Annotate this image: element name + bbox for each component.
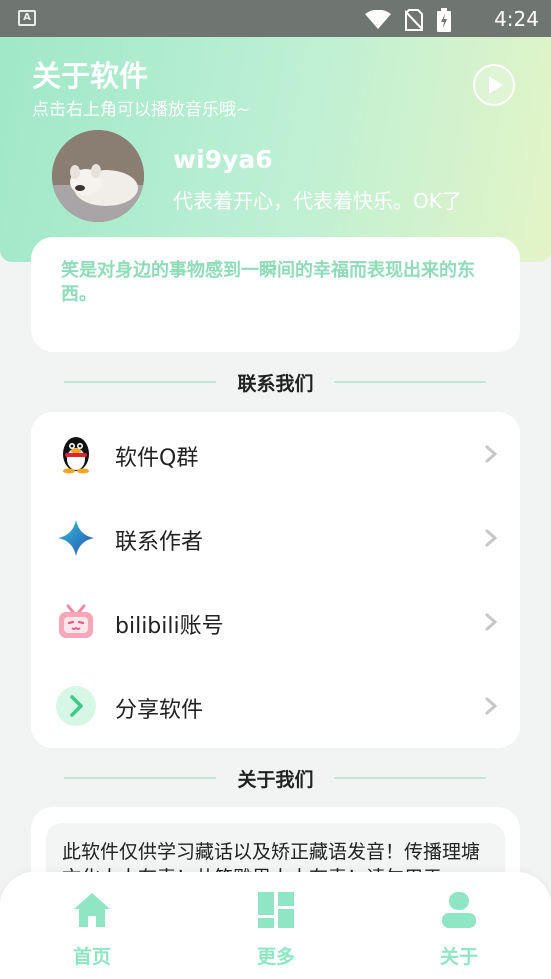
user-icon bbox=[442, 892, 476, 928]
bilibili-tv-icon bbox=[59, 604, 93, 638]
list-item-contact-author[interactable]: 联系作者 bbox=[31, 496, 520, 580]
contact-list: 软件Q群 联系作者 bilibili账号 分享软件 bbox=[31, 412, 520, 748]
page-title: 关于软件 bbox=[32, 59, 149, 93]
play-music-button[interactable] bbox=[473, 64, 515, 106]
list-item-share-app[interactable]: 分享软件 bbox=[31, 664, 520, 748]
clock: 4:24 bbox=[494, 7, 539, 31]
status-icons bbox=[365, 8, 451, 32]
chevron-right-icon bbox=[485, 697, 498, 715]
app-notification-icon: A bbox=[18, 10, 36, 26]
nav-label: 首页 bbox=[72, 946, 111, 968]
share-arrow-icon bbox=[56, 686, 96, 726]
list-item-label: 软件Q群 bbox=[115, 446, 199, 471]
page-subtitle: 点击右上角可以播放音乐哦~ bbox=[32, 100, 251, 120]
list-item-qq-group[interactable]: 软件Q群 bbox=[31, 412, 520, 496]
nav-home[interactable]: 首页 bbox=[47, 890, 137, 969]
avatar[interactable] bbox=[52, 130, 144, 222]
no-sim-icon bbox=[405, 9, 423, 31]
divider-line bbox=[334, 777, 486, 779]
user-motto: 代表着开心，代表着快乐。OK了 bbox=[173, 189, 462, 213]
nav-label: 更多 bbox=[256, 946, 295, 968]
chevron-right-icon bbox=[485, 445, 498, 463]
grid-icon bbox=[258, 892, 294, 928]
nav-about[interactable]: 关于 bbox=[414, 890, 504, 969]
nav-label: 关于 bbox=[439, 946, 478, 968]
home-icon bbox=[74, 893, 110, 927]
list-item-label: 分享软件 bbox=[115, 698, 204, 723]
sparkle-star-icon bbox=[58, 520, 94, 556]
quote-card: 笑是对身边的事物感到一瞬间的幸福而表现出来的东西。 bbox=[31, 237, 520, 352]
divider-line bbox=[334, 381, 486, 383]
avatar-dog-photo bbox=[52, 130, 144, 222]
list-item-label: 联系作者 bbox=[115, 530, 204, 555]
chevron-right-icon bbox=[485, 613, 498, 631]
battery-icon bbox=[437, 8, 451, 32]
username: wi9ya6 bbox=[173, 145, 273, 174]
qq-penguin-icon bbox=[63, 437, 89, 474]
play-icon bbox=[489, 76, 503, 94]
wifi-icon bbox=[365, 10, 391, 29]
quote-text: 笑是对身边的事物感到一瞬间的幸福而表现出来的东西。 bbox=[61, 260, 475, 305]
nav-more[interactable]: 更多 bbox=[231, 890, 321, 969]
list-item-bilibili[interactable]: bilibili账号 bbox=[31, 580, 520, 664]
list-item-label: bilibili账号 bbox=[115, 614, 224, 639]
chevron-right-icon bbox=[485, 529, 498, 547]
status-bar: A 4:24 bbox=[0, 0, 551, 37]
profile-header: 关于软件 点击右上角可以播放音乐哦~ wi9ya6 代表着开心，代表着快乐。OK… bbox=[0, 37, 551, 262]
bottom-navigation: 首页 更多 关于 bbox=[0, 872, 551, 979]
